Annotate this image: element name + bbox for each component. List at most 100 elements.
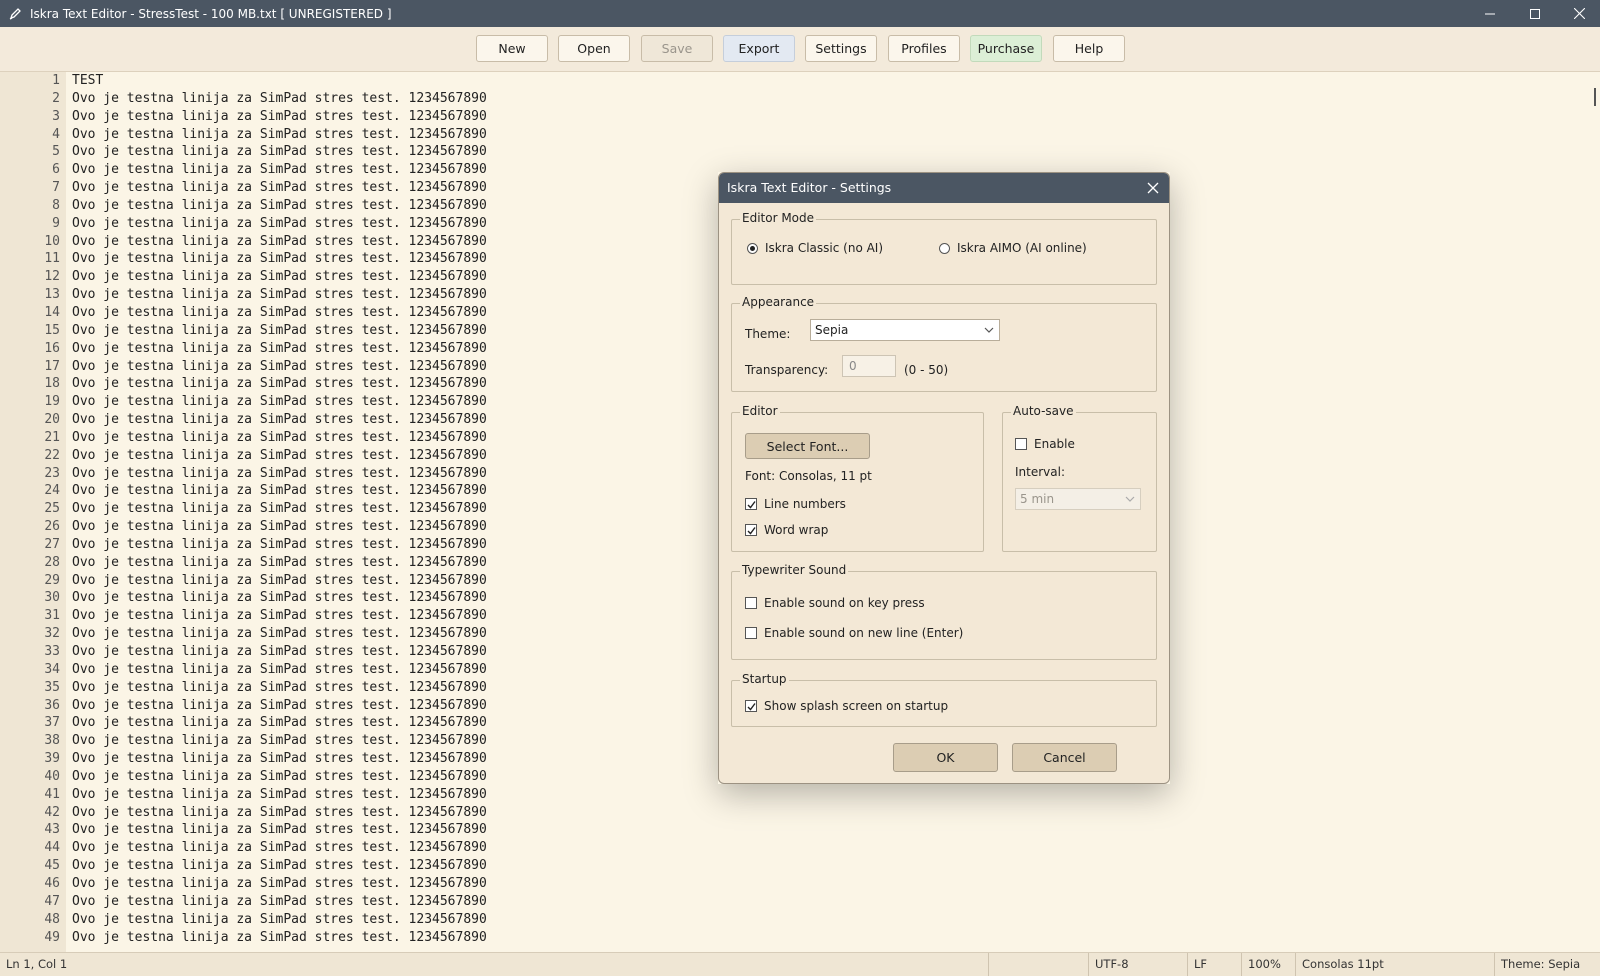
line-text[interactable]: Ovo je testna linija za SimPad stres tes…: [72, 322, 487, 340]
line-text[interactable]: Ovo je testna linija za SimPad stres tes…: [72, 643, 487, 661]
radio-iskra-aimo[interactable]: Iskra AIMO (AI online): [939, 241, 1087, 255]
checkbox-splash-screen[interactable]: Show splash screen on startup: [745, 697, 948, 715]
line-text[interactable]: Ovo je testna linija za SimPad stres tes…: [72, 161, 487, 179]
transparency-input[interactable]: 0: [842, 355, 896, 377]
line-text[interactable]: Ovo je testna linija za SimPad stres tes…: [72, 732, 487, 750]
line-text[interactable]: Ovo je testna linija za SimPad stres tes…: [72, 697, 487, 715]
editor-line[interactable]: 2 Ovo je testna linija za SimPad stres te…: [0, 90, 1580, 108]
purchase-button[interactable]: Purchase: [970, 35, 1042, 62]
help-button[interactable]: Help: [1053, 35, 1125, 62]
line-text[interactable]: Ovo je testna linija za SimPad stres tes…: [72, 804, 487, 822]
editor-line[interactable]: 3 Ovo je testna linija za SimPad stres te…: [0, 108, 1580, 126]
editor-line[interactable]: 43 Ovo je testna linija za SimPad stres t…: [0, 821, 1580, 839]
editor-line[interactable]: 44 Ovo je testna linija za SimPad stres t…: [0, 839, 1580, 857]
line-text[interactable]: Ovo je testna linija za SimPad stres tes…: [72, 90, 487, 108]
line-text[interactable]: Ovo je testna linija za SimPad stres tes…: [72, 679, 487, 697]
line-text[interactable]: Ovo je testna linija za SimPad stres tes…: [72, 411, 487, 429]
radio-button-selected[interactable]: [747, 242, 758, 254]
line-text[interactable]: Ovo je testna linija za SimPad stres tes…: [72, 108, 487, 126]
line-text[interactable]: Ovo je testna linija za SimPad stres tes…: [72, 875, 487, 893]
settings-button[interactable]: Settings: [805, 35, 877, 62]
editor-line[interactable]: 4 Ovo je testna linija za SimPad stres te…: [0, 126, 1580, 144]
new-button[interactable]: New: [476, 35, 548, 62]
editor-line[interactable]: 47 Ovo je testna linija za SimPad stres t…: [0, 893, 1580, 911]
editor-line[interactable]: 46 Ovo je testna linija za SimPad stres t…: [0, 875, 1580, 893]
vertical-scrollbar[interactable]: [1590, 72, 1600, 952]
editor-line[interactable]: 48 Ovo je testna linija za SimPad stres t…: [0, 911, 1580, 929]
line-text[interactable]: Ovo je testna linija za SimPad stres tes…: [72, 911, 487, 929]
line-text[interactable]: Ovo je testna linija za SimPad stres tes…: [72, 215, 487, 233]
line-text[interactable]: Ovo je testna linija za SimPad stres tes…: [72, 768, 487, 786]
editor-line[interactable]: 42 Ovo je testna linija za SimPad stres t…: [0, 804, 1580, 822]
editor-line[interactable]: 49 Ovo je testna linija za SimPad stres t…: [0, 929, 1580, 947]
save-button[interactable]: Save: [641, 35, 713, 62]
line-text[interactable]: Ovo je testna linija za SimPad stres tes…: [72, 143, 487, 161]
checkbox-unchecked[interactable]: [745, 597, 757, 609]
checkbox-keypress-sound[interactable]: Enable sound on key press: [745, 594, 925, 612]
line-text[interactable]: Ovo je testna linija za SimPad stres tes…: [72, 714, 487, 732]
line-text[interactable]: Ovo je testna linija za SimPad stres tes…: [72, 126, 487, 144]
line-text[interactable]: Ovo je testna linija za SimPad stres tes…: [72, 375, 487, 393]
line-text[interactable]: Ovo je testna linija za SimPad stres tes…: [72, 286, 487, 304]
minimize-button[interactable]: [1467, 0, 1513, 27]
line-text[interactable]: Ovo je testna linija za SimPad stres tes…: [72, 465, 487, 483]
line-text[interactable]: Ovo je testna linija za SimPad stres tes…: [72, 340, 487, 358]
line-text[interactable]: Ovo je testna linija za SimPad stres tes…: [72, 500, 487, 518]
checkbox-checked[interactable]: [745, 498, 757, 510]
theme-select[interactable]: Sepia: [810, 319, 1000, 341]
checkbox-checked[interactable]: [745, 700, 757, 712]
line-text[interactable]: Ovo je testna linija za SimPad stres tes…: [72, 607, 487, 625]
maximize-button[interactable]: [1512, 0, 1558, 27]
line-text[interactable]: Ovo je testna linija za SimPad stres tes…: [72, 572, 487, 590]
profiles-button[interactable]: Profiles: [888, 35, 960, 62]
radio-iskra-classic[interactable]: Iskra Classic (no AI): [747, 241, 883, 255]
checkbox-checked[interactable]: [745, 524, 757, 536]
line-text[interactable]: Ovo je testna linija za SimPad stres tes…: [72, 268, 487, 286]
cancel-button[interactable]: Cancel: [1012, 743, 1117, 772]
line-text[interactable]: Ovo je testna linija za SimPad stres tes…: [72, 929, 487, 947]
line-text[interactable]: Ovo je testna linija za SimPad stres tes…: [72, 179, 487, 197]
line-text[interactable]: Ovo je testna linija za SimPad stres tes…: [72, 482, 487, 500]
line-text[interactable]: Ovo je testna linija za SimPad stres tes…: [72, 750, 487, 768]
checkbox-line-numbers[interactable]: Line numbers: [745, 495, 846, 513]
checkbox-newline-sound[interactable]: Enable sound on new line (Enter): [745, 624, 963, 642]
ok-button[interactable]: OK: [893, 743, 998, 772]
interval-select[interactable]: 5 min: [1015, 488, 1141, 510]
line-text[interactable]: Ovo je testna linija za SimPad stres tes…: [72, 893, 487, 911]
radio-button[interactable]: [939, 242, 950, 254]
editor-line[interactable]: 45 Ovo je testna linija za SimPad stres t…: [0, 857, 1580, 875]
scrollbar-thumb[interactable]: [1594, 88, 1596, 106]
export-button[interactable]: Export: [723, 35, 795, 62]
line-text[interactable]: Ovo je testna linija za SimPad stres tes…: [72, 857, 487, 875]
line-text[interactable]: Ovo je testna linija za SimPad stres tes…: [72, 197, 487, 215]
line-text[interactable]: Ovo je testna linija za SimPad stres tes…: [72, 839, 487, 857]
line-text[interactable]: Ovo je testna linija za SimPad stres tes…: [72, 429, 487, 447]
line-text[interactable]: Ovo je testna linija za SimPad stres tes…: [72, 589, 487, 607]
line-text[interactable]: Ovo je testna linija za SimPad stres tes…: [72, 536, 487, 554]
line-text[interactable]: Ovo je testna linija za SimPad stres tes…: [72, 661, 487, 679]
checkbox-unchecked[interactable]: [745, 627, 757, 639]
line-text[interactable]: Ovo je testna linija za SimPad stres tes…: [72, 786, 487, 804]
line-text[interactable]: Ovo je testna linija za SimPad stres tes…: [72, 518, 487, 536]
editor-line[interactable]: 5 Ovo je testna linija za SimPad stres te…: [0, 143, 1580, 161]
select-font-button[interactable]: Select Font...: [745, 433, 870, 459]
line-text[interactable]: Ovo je testna linija za SimPad stres tes…: [72, 554, 487, 572]
line-text[interactable]: Ovo je testna linija za SimPad stres tes…: [72, 250, 487, 268]
open-button[interactable]: Open: [558, 35, 630, 62]
checkbox-word-wrap[interactable]: Word wrap: [745, 521, 828, 539]
status-encoding: UTF-8: [1088, 953, 1187, 976]
line-text[interactable]: Ovo je testna linija za SimPad stres tes…: [72, 393, 487, 411]
line-text[interactable]: Ovo je testna linija za SimPad stres tes…: [72, 625, 487, 643]
line-text[interactable]: Ovo je testna linija za SimPad stres tes…: [72, 233, 487, 251]
checkbox-unchecked[interactable]: [1015, 438, 1027, 450]
line-text[interactable]: Ovo je testna linija za SimPad stres tes…: [72, 821, 487, 839]
checkbox-autosave-enable[interactable]: Enable: [1015, 435, 1075, 453]
close-button[interactable]: [1556, 0, 1600, 27]
line-text[interactable]: Ovo je testna linija za SimPad stres tes…: [72, 304, 487, 322]
editor-line[interactable]: 1 TEST: [0, 72, 1580, 90]
dialog-close-button[interactable]: [1145, 180, 1161, 196]
line-text[interactable]: Ovo je testna linija za SimPad stres tes…: [72, 358, 487, 376]
editor-line[interactable]: 41 Ovo je testna linija za SimPad stres t…: [0, 786, 1580, 804]
line-text[interactable]: Ovo je testna linija za SimPad stres tes…: [72, 447, 487, 465]
line-text[interactable]: TEST: [72, 72, 103, 90]
